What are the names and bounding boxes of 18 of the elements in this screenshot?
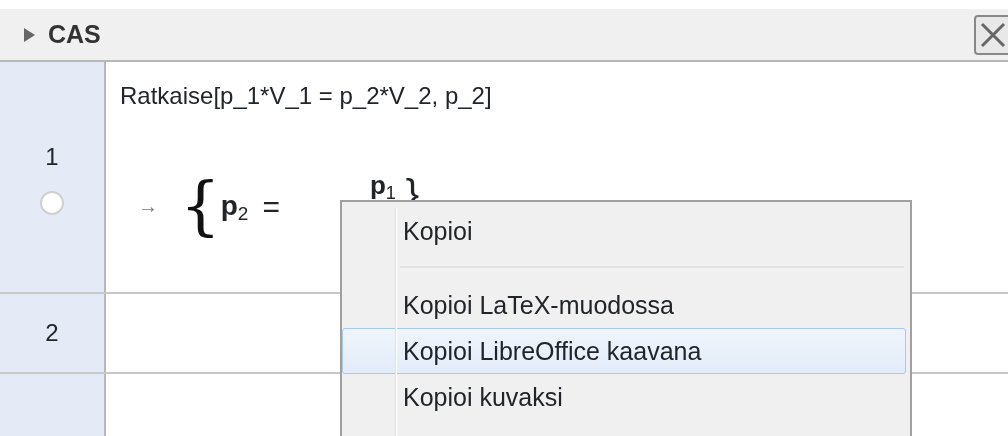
menu-item[interactable]: Kopioi LibreOffice kaavana [342,328,906,374]
panel-title: CAS [48,18,101,50]
row-number: 1 [45,142,59,172]
arrow-symbol: → [138,194,158,219]
visibility-toggle[interactable] [40,191,64,215]
open-brace: { [180,174,221,238]
equals-sign: = [262,188,280,225]
input-expression[interactable]: Ratkaise[p_1*V_1 = p_2*V_2, p_2] [120,78,1008,114]
menu-item[interactable]: Kopioi kuvaksi [342,374,906,420]
row-header[interactable]: 1 [0,62,106,292]
fraction-numerator: p$_{1}$ [369,169,396,205]
menu-item[interactable]: Kopioi LaTeX-muodossa [342,282,906,328]
close-button[interactable] [974,14,1008,55]
collapse-triangle-icon[interactable] [22,26,36,43]
math-variable: p$_{2}$ [220,189,249,226]
row-header[interactable]: 2 [0,294,106,372]
row-number: 2 [45,318,59,348]
menu-item[interactable]: Kopioi [342,208,906,254]
